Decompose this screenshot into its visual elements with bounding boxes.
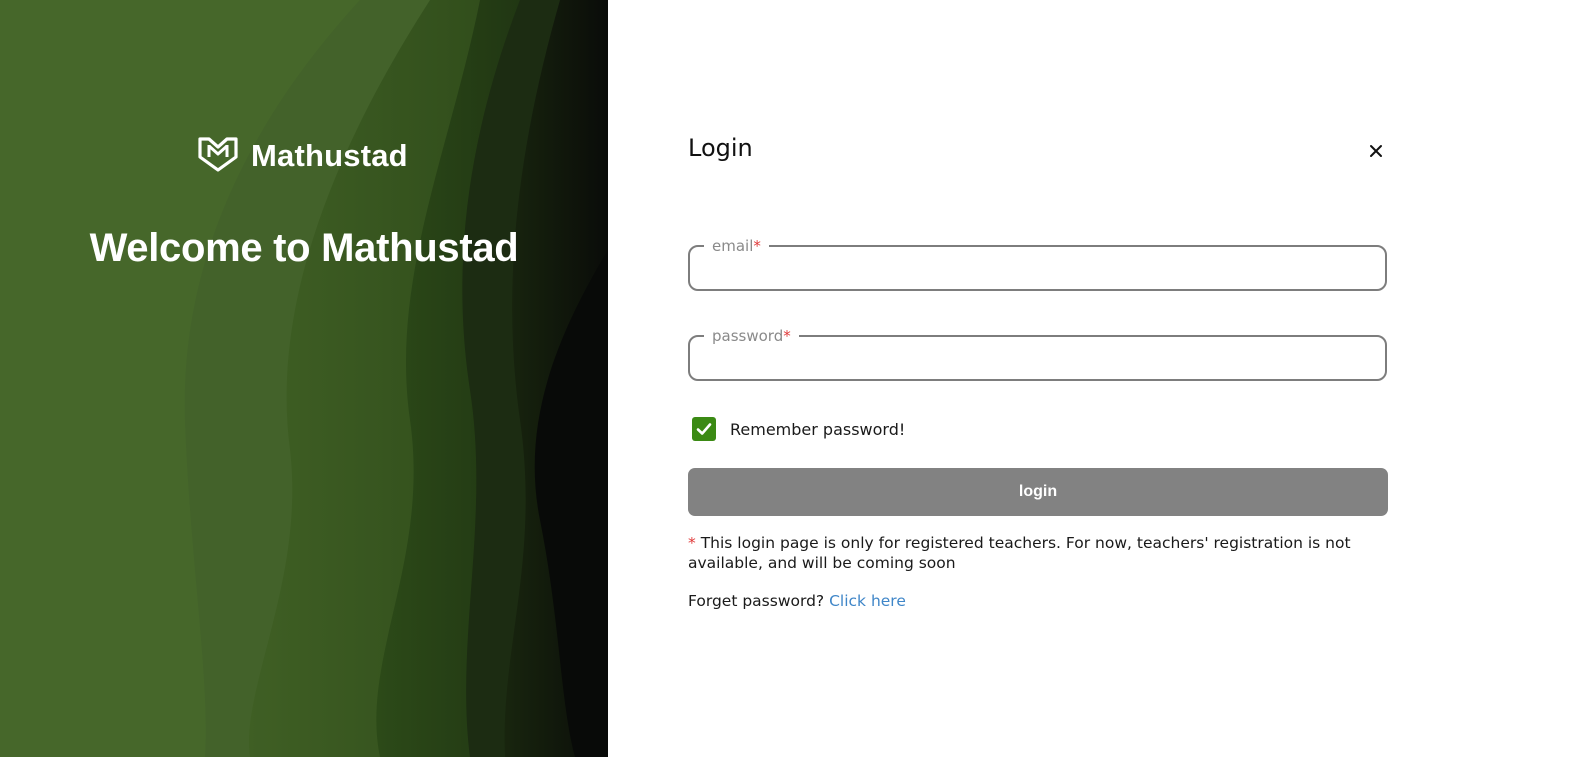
forget-password: Forget password? Click here [688,592,906,610]
login-button[interactable]: login [688,468,1388,516]
hero-background-waves [0,0,608,757]
hero-panel: Mathustad Welcome to Mathustad [0,0,608,757]
mathustad-shield-logo-icon [197,135,239,177]
remember-label: Remember password! [730,419,906,439]
forget-password-text: Forget password? [688,592,825,610]
password-field: password* [688,328,1387,385]
note-text: This login page is only for registered t… [688,534,1351,572]
remember-password: Remember password! [692,417,905,441]
brand-name: Mathustad [251,138,408,173]
note-required-mark: * [688,534,696,552]
forget-password-link[interactable]: Click here [829,592,906,610]
close-icon [1370,145,1382,157]
login-title: Login [688,134,753,162]
email-input[interactable] [702,251,1376,285]
password-input[interactable] [702,341,1376,375]
brand: Mathustad [197,135,408,177]
remember-checkbox[interactable] [692,417,716,441]
checkmark-icon [696,423,712,435]
welcome-heading: Welcome to Mathustad [89,226,519,270]
close-button[interactable] [1363,138,1389,164]
registration-note: * This login page is only for registered… [688,533,1388,573]
login-page: Mathustad Welcome to Mathustad Login ema… [0,0,1587,757]
email-field: email* [688,238,1387,295]
